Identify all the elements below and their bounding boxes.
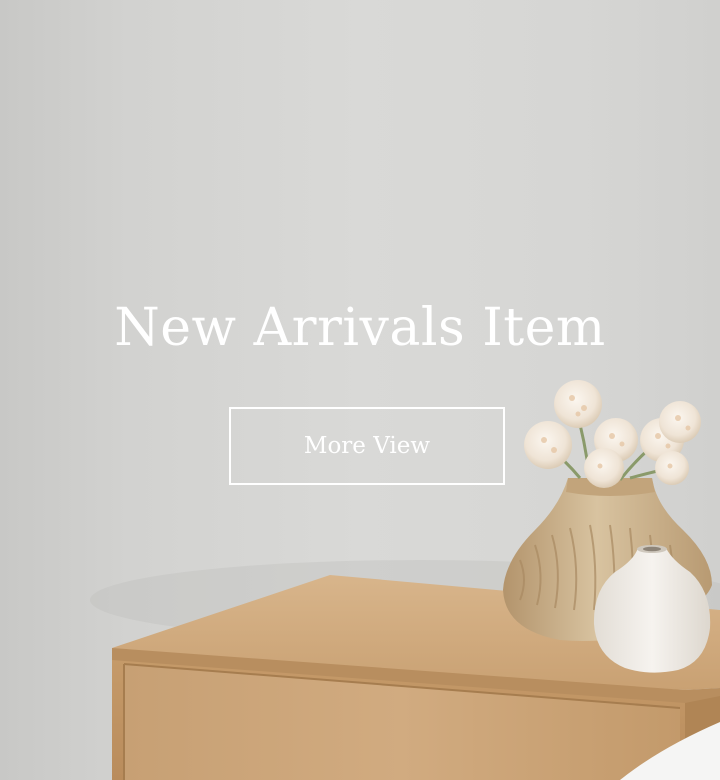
hero-banner: New Arrivals Item More View bbox=[0, 0, 720, 780]
hero-background-image bbox=[90, 380, 720, 780]
hero-title: New Arrivals Item bbox=[114, 298, 606, 358]
more-view-button[interactable]: More View bbox=[229, 407, 505, 485]
